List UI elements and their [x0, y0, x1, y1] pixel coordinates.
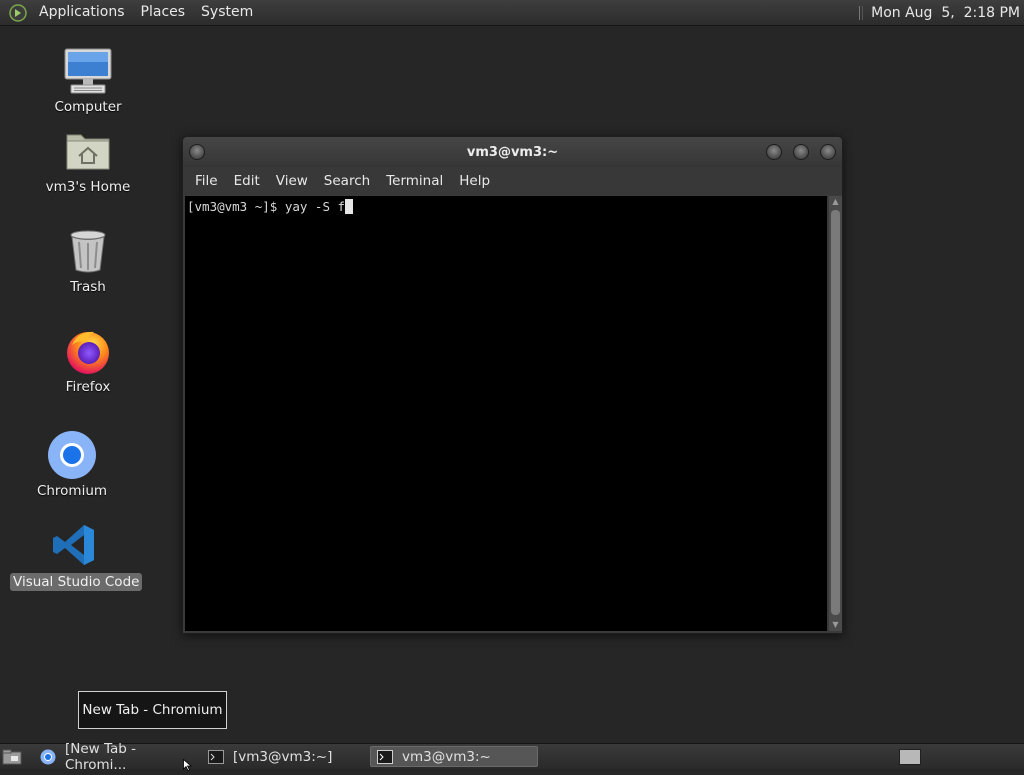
taskbar-item-terminal-1[interactable]: [vm3@vm3:~]	[202, 746, 369, 767]
menu-view[interactable]: View	[268, 173, 316, 189]
desktop-icon-vscode[interactable]: Visual Studio Code	[10, 518, 143, 591]
desktop-icon-label: Firefox	[65, 379, 111, 395]
desktop-icon-chromium[interactable]: Chromium	[22, 428, 122, 499]
top-panel: Applications Places System Mon Aug 5, 2:…	[0, 0, 1024, 26]
close-button[interactable]	[820, 144, 836, 160]
terminal-window[interactable]: vm3@vm3:~ File Edit View Search Terminal…	[182, 136, 843, 634]
system-menu[interactable]: System	[193, 0, 261, 25]
clock[interactable]: Mon Aug 5, 2:18 PM	[871, 5, 1024, 21]
menu-help[interactable]: Help	[451, 173, 498, 189]
taskbar-tooltip: New Tab - Chromium	[78, 691, 227, 729]
mate-logo-icon[interactable]	[9, 3, 27, 22]
desktop-icon-label: Trash	[70, 279, 106, 295]
applications-menu[interactable]: Applications	[31, 0, 133, 25]
scroll-up-arrow-icon[interactable]: ▲	[829, 196, 842, 208]
computer-icon	[38, 44, 138, 98]
terminal-output[interactable]: [vm3@vm3 ~]$ yay -S f	[185, 196, 827, 631]
prompt-text: [vm3@vm3 ~]$ yay -S f	[187, 199, 346, 214]
vscode-icon	[10, 518, 138, 572]
desktop-icon-label: Computer	[54, 99, 122, 115]
menu-file[interactable]: File	[187, 173, 226, 189]
terminal-icon	[208, 749, 224, 765]
terminal-icon	[377, 749, 393, 765]
trash-icon	[38, 224, 138, 278]
panel-separator	[859, 5, 864, 20]
desktop-icon-trash[interactable]: Trash	[38, 224, 138, 295]
chromium-icon	[22, 428, 122, 482]
menu-terminal[interactable]: Terminal	[378, 173, 451, 189]
menu-edit[interactable]: Edit	[226, 173, 268, 189]
terminal-scrollbar[interactable]: ▲ ▼	[829, 196, 842, 631]
scroll-down-arrow-icon[interactable]: ▼	[829, 619, 842, 631]
taskbar-item-terminal-2[interactable]: vm3@vm3:~	[370, 746, 538, 767]
maximize-button[interactable]	[793, 144, 809, 160]
menu-search[interactable]: Search	[316, 173, 378, 189]
places-menu[interactable]: Places	[133, 0, 194, 25]
window-menu-button[interactable]	[189, 144, 205, 160]
workspace-switcher[interactable]	[899, 749, 921, 765]
minimize-button[interactable]	[766, 144, 782, 160]
mouse-pointer-icon	[183, 758, 193, 775]
show-desktop-icon[interactable]	[2, 749, 22, 765]
scrollbar-thumb[interactable]	[831, 210, 840, 615]
chromium-icon	[40, 749, 56, 765]
text-cursor	[345, 199, 354, 214]
home-folder-icon	[38, 124, 138, 178]
desktop-icon-computer[interactable]: Computer	[38, 44, 138, 115]
desktop-icon-label: Chromium	[36, 483, 108, 499]
desktop-icon-firefox[interactable]: Firefox	[38, 324, 138, 395]
bottom-panel: [New Tab - Chromi... [vm3@vm3:~] vm3@vm3…	[0, 741, 1024, 773]
taskbar-item-label: vm3@vm3:~	[402, 748, 491, 765]
desktop-icon-home[interactable]: vm3's Home	[38, 124, 138, 195]
taskbar-item-chromium[interactable]: [New Tab - Chromi...	[34, 741, 201, 773]
window-titlebar[interactable]: vm3@vm3:~	[183, 137, 842, 167]
firefox-icon	[38, 324, 138, 378]
terminal-menubar: File Edit View Search Terminal Help	[183, 167, 842, 195]
taskbar-item-label: [vm3@vm3:~]	[233, 748, 333, 765]
window-title: vm3@vm3:~	[466, 144, 559, 160]
desktop-icon-label: vm3's Home	[45, 179, 131, 195]
terminal-prompt-line: [vm3@vm3 ~]$ yay -S f	[187, 199, 354, 214]
desktop-icon-label: Visual Studio Code	[10, 573, 143, 591]
